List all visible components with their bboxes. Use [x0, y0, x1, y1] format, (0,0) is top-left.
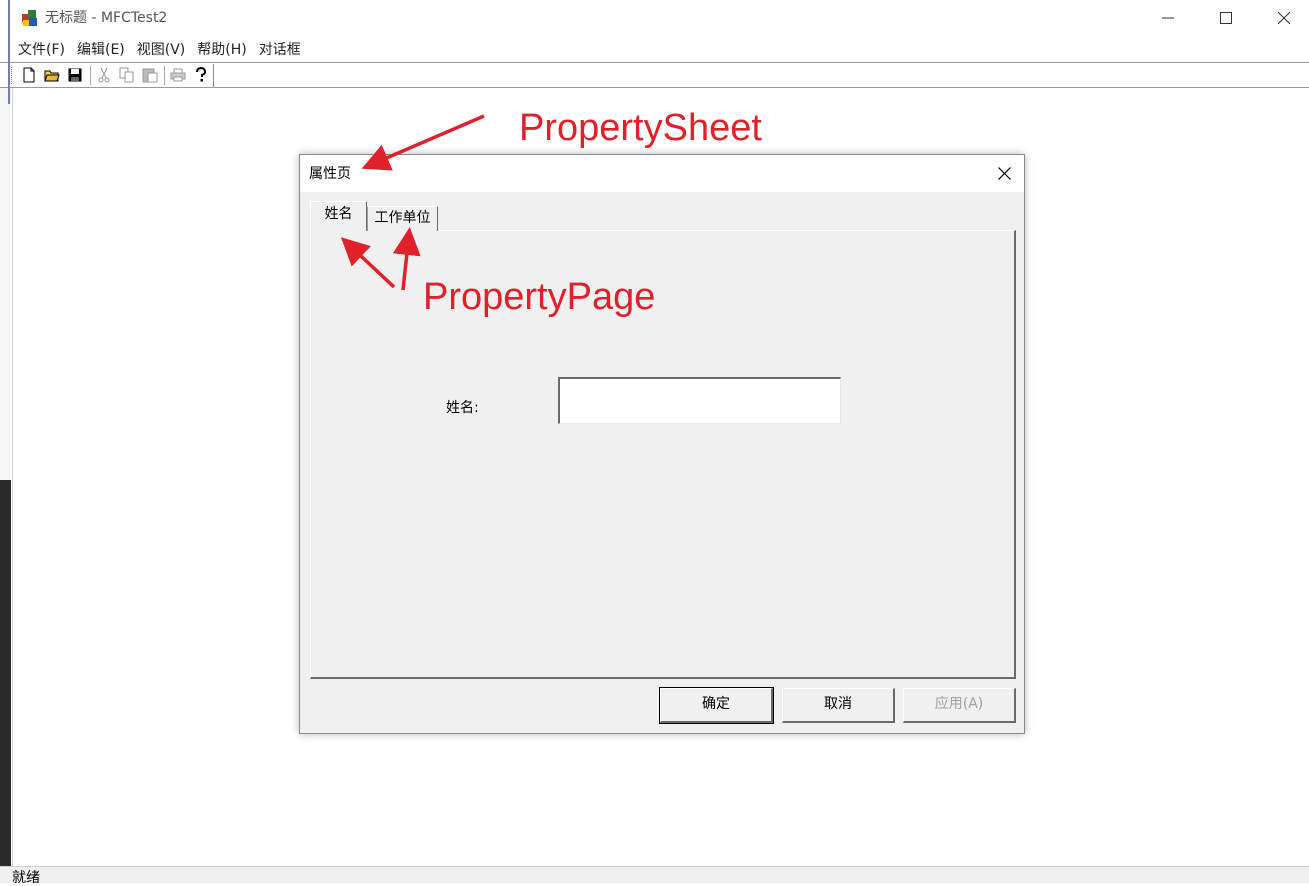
menu-help[interactable]: 帮助(H) — [191, 38, 252, 62]
cut-icon — [98, 67, 110, 83]
close-icon — [1278, 12, 1290, 24]
ok-button[interactable]: 确定 — [659, 687, 774, 724]
menu-dialog[interactable]: 对话框 — [253, 38, 307, 62]
toolbar-separator — [90, 66, 91, 85]
dialog-close-button[interactable] — [984, 155, 1024, 192]
minimize-button[interactable] — [1139, 0, 1197, 36]
menu-bar: 文件(F) 编辑(E) 视图(V) 帮助(H) 对话框 — [0, 38, 1309, 62]
app-icon — [22, 10, 37, 26]
help-button[interactable] — [192, 66, 210, 84]
maximize-icon — [1220, 12, 1232, 24]
menu-view[interactable]: 视图(V) — [131, 38, 192, 62]
print-icon — [170, 68, 186, 82]
tab-workplace[interactable]: 工作单位 — [367, 206, 438, 231]
maximize-button[interactable] — [1197, 0, 1255, 36]
cancel-button[interactable]: 取消 — [782, 688, 895, 723]
menu-edit[interactable]: 编辑(E) — [71, 38, 131, 62]
status-text: 就绪 — [12, 870, 40, 886]
paste-icon — [142, 68, 158, 83]
left-edge-dark — [0, 480, 11, 868]
window-title: 无标题 - MFCTest2 — [45, 10, 168, 26]
status-bar: 就绪 — [0, 866, 1309, 886]
property-page-panel — [310, 230, 1016, 679]
name-input[interactable] — [558, 377, 841, 424]
name-field-label: 姓名: — [446, 400, 479, 416]
window-titlebar: 无标题 - MFCTest2 — [0, 0, 1309, 36]
toolbar — [0, 62, 1309, 88]
print-button[interactable] — [169, 66, 187, 84]
app-window: 无标题 - MFCTest2 文件(F) 编辑(E) 视图(V) 帮助(H) 对… — [0, 0, 1309, 886]
left-edge-line — [8, 0, 10, 104]
new-file-button[interactable] — [20, 66, 38, 84]
save-button[interactable] — [66, 66, 84, 84]
paste-button[interactable] — [141, 66, 159, 84]
property-sheet-dialog: 属性页 姓名 工作单位 姓名: 确定 取消 应用(A) — [299, 154, 1025, 734]
open-folder-icon — [44, 70, 60, 82]
left-edge — [0, 88, 11, 480]
cut-button[interactable] — [95, 66, 113, 84]
copy-button[interactable] — [118, 66, 136, 84]
help-icon — [196, 67, 207, 82]
dialog-title: 属性页 — [309, 166, 351, 182]
toolbar-separator — [164, 66, 165, 85]
apply-button[interactable]: 应用(A) — [903, 688, 1016, 723]
annotation-property-sheet: PropertySheet — [519, 107, 762, 149]
close-button[interactable] — [1255, 0, 1309, 36]
toolbar-grip[interactable] — [11, 67, 14, 84]
toolbar-end — [213, 64, 214, 87]
close-icon — [997, 167, 1011, 180]
tab-name[interactable]: 姓名 — [310, 201, 367, 231]
open-button[interactable] — [43, 66, 61, 84]
menu-file[interactable]: 文件(F) — [12, 38, 71, 62]
save-icon — [68, 68, 82, 82]
dialog-titlebar[interactable]: 属性页 — [300, 155, 1024, 192]
new-file-icon — [23, 67, 35, 83]
annotation-property-page: PropertyPage — [423, 276, 656, 318]
minimize-icon — [1162, 17, 1174, 19]
copy-icon — [119, 67, 134, 83]
